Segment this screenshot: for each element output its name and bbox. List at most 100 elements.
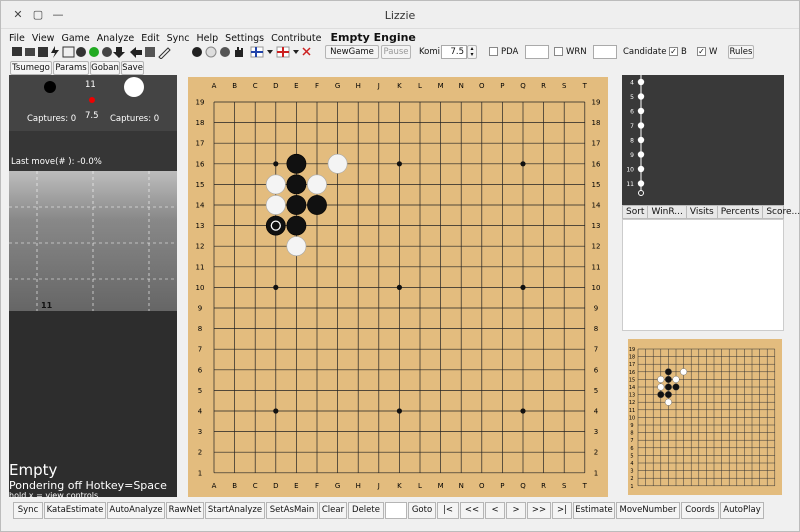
- menu-view[interactable]: View: [32, 33, 55, 44]
- save-button[interactable]: Save: [121, 61, 144, 75]
- row-label: 4: [594, 408, 599, 416]
- new-game-button[interactable]: NewGame: [325, 45, 379, 59]
- tree-move-number: 10: [626, 167, 634, 174]
- tab-sort[interactable]: Sort: [623, 206, 649, 218]
- menu-game[interactable]: Game: [61, 33, 89, 44]
- row-label: 3: [594, 428, 598, 436]
- winrate-graph[interactable]: 11: [9, 171, 177, 311]
- tab-percents[interactable]: Percents: [718, 206, 764, 218]
- btn-kataestimate[interactable]: KataEstimate: [44, 502, 106, 519]
- tree-node: [637, 151, 645, 158]
- to-move-indicator: [89, 97, 95, 103]
- mini-board[interactable]: 19 18 17 16 15 14 13 12 11 10 9 8 7 6 5 4 3 2 1: [628, 339, 782, 495]
- mini-stone: [680, 368, 688, 376]
- move-tree[interactable]: 4 5 6 7 8 9 10 11: [622, 75, 784, 205]
- mini-row-label: 8: [630, 431, 633, 437]
- menu-edit[interactable]: Edit: [141, 33, 159, 44]
- mini-row-label: 13: [629, 393, 635, 399]
- tree-node: [637, 93, 645, 100]
- black-stone: [286, 215, 307, 236]
- col-label: J: [377, 82, 380, 90]
- btn-[interactable]: <<: [460, 502, 484, 519]
- col-label: D: [273, 82, 278, 90]
- tsumego-button[interactable]: Tsumego: [10, 61, 52, 75]
- mini-row-label: 6: [630, 446, 633, 452]
- tree-node: [637, 78, 645, 86]
- btn-[interactable]: >|: [552, 502, 572, 519]
- white-player-stone: [124, 77, 144, 97]
- menu-settings[interactable]: Settings: [225, 33, 264, 44]
- btn-[interactable]: >: [506, 502, 526, 519]
- menu-analyze[interactable]: Analyze: [97, 33, 134, 44]
- row-label: 11: [196, 263, 205, 271]
- col-label: A: [212, 82, 217, 90]
- tree-move-number: 7: [630, 123, 634, 130]
- btn-[interactable]: <: [485, 502, 505, 519]
- menu-contribute[interactable]: Contribute: [271, 33, 321, 44]
- col-label: M: [438, 482, 444, 490]
- pause-button[interactable]: Pause: [381, 45, 411, 59]
- white-stone: [327, 153, 348, 174]
- komi-input[interactable]: 7.5: [441, 45, 467, 59]
- stone-toolbar: [189, 45, 321, 61]
- close-icon: [302, 47, 311, 56]
- refresh-icon: [102, 47, 112, 57]
- wrn-checkbox[interactable]: [554, 47, 563, 56]
- col-label: H: [356, 82, 361, 90]
- btn-movenumber[interactable]: MoveNumber: [616, 502, 680, 519]
- board-grid[interactable]: AABBCCDDEEFFGGHHJJKKLLMMNNOOPPQQRRSSTT19…: [188, 77, 608, 497]
- col-label: D: [273, 482, 278, 490]
- menu-file[interactable]: File: [9, 33, 25, 44]
- candidate-b-checkbox[interactable]: ✓: [669, 47, 678, 56]
- mini-stone: [657, 383, 665, 391]
- col-label: R: [541, 82, 546, 90]
- pda-label: PDA: [501, 47, 519, 57]
- btn-goto[interactable]: Goto: [408, 502, 436, 519]
- col-label: M: [438, 82, 444, 90]
- tree-move-number: 5: [630, 94, 634, 101]
- tab-winrate[interactable]: WinR...: [648, 206, 687, 218]
- wrn-input[interactable]: [593, 45, 617, 59]
- tab-visits[interactable]: Visits: [687, 206, 718, 218]
- btn-[interactable]: >>: [527, 502, 551, 519]
- row-label: 1: [594, 469, 598, 477]
- btn-estimate[interactable]: Estimate: [573, 502, 615, 519]
- col-label: C: [253, 82, 258, 90]
- col-label: N: [459, 82, 464, 90]
- btn-autoanalyze[interactable]: AutoAnalyze: [107, 502, 165, 519]
- btn-clear[interactable]: Clear: [319, 502, 347, 519]
- btn-startanalyze[interactable]: StartAnalyze: [205, 502, 265, 519]
- pda-checkbox[interactable]: [489, 47, 498, 56]
- btn-[interactable]: |<: [437, 502, 459, 519]
- goban-button[interactable]: Goban: [90, 61, 120, 75]
- candidate-w-checkbox[interactable]: ✓: [697, 47, 706, 56]
- menu-help[interactable]: Help: [197, 33, 219, 44]
- btn-coords[interactable]: Coords: [681, 502, 719, 519]
- window-title: Lizzie: [384, 9, 416, 22]
- btn-delete[interactable]: Delete: [348, 502, 384, 519]
- btn-autoplay[interactable]: AutoPlay: [720, 502, 764, 519]
- rules-button[interactable]: Rules: [728, 45, 754, 59]
- tab-score[interactable]: Score...: [763, 206, 800, 218]
- mini-stone: [664, 375, 672, 383]
- wrn-label: WRN: [566, 47, 587, 57]
- tree-node: [637, 165, 645, 173]
- black-stone: [307, 195, 327, 215]
- btn-setasmain[interactable]: SetAsMain: [266, 502, 318, 519]
- edit-icon: [145, 47, 155, 57]
- star-point: [273, 284, 279, 290]
- col-label: L: [418, 482, 422, 490]
- pda-input[interactable]: [525, 45, 549, 59]
- tree-move-number: 9: [630, 152, 634, 159]
- menu-sync[interactable]: Sync: [167, 33, 190, 44]
- white-stone: [265, 174, 286, 195]
- row-label: 5: [594, 387, 598, 395]
- btn-sync[interactable]: Sync: [13, 502, 43, 519]
- go-board[interactable]: A A B B C C D D E E F F G G H H J J K K L L M M N N O O P P Q Q R R S S T T 19…: [188, 77, 608, 497]
- goto-input[interactable]: [385, 502, 407, 519]
- params-button[interactable]: Params: [53, 61, 89, 75]
- komi-spinner[interactable]: ▴ ▾: [467, 45, 477, 59]
- hold-hint: hold x = view controls: [9, 491, 99, 500]
- btn-rawnet[interactable]: RawNet: [166, 502, 204, 519]
- row-label: 15: [592, 181, 601, 189]
